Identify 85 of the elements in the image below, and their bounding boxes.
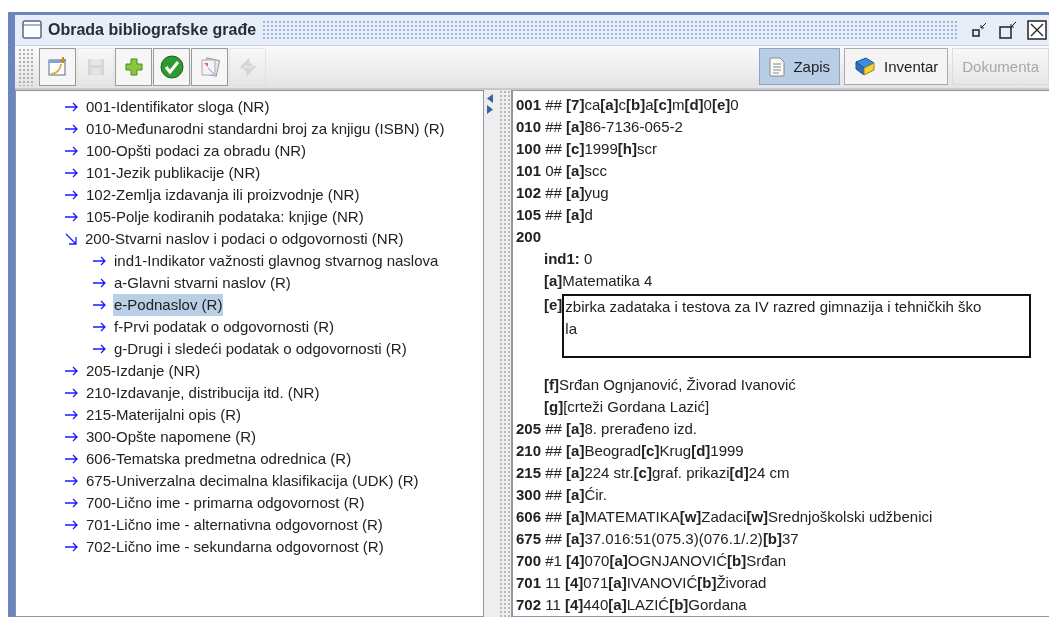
arrow-right-icon [64, 498, 79, 508]
arrow-right-icon [64, 124, 79, 134]
record-line: 200 [516, 227, 543, 247]
tree-item[interactable]: 102-Zemlja izdavanja ili proizvodnje (NR) [85, 183, 361, 207]
tree-item[interactable]: 215-Materijalni opis (R) [85, 403, 243, 427]
view-tab[interactable]: Zapis [759, 48, 841, 86]
tree-item[interactable]: 702-Lično ime - sekundarna odgovornost (R) [85, 535, 385, 559]
arrow-right-icon [64, 410, 79, 420]
tree-item[interactable]: a-Glavni stvarni naslov (R) [113, 271, 292, 295]
tree-item[interactable]: 105-Polje kodiranih podataka: knjige (NR) [85, 205, 365, 229]
arrow-right-icon [92, 344, 107, 354]
tree-item[interactable]: 100-Opšti podaci za obradu (NR) [85, 139, 308, 163]
window-icon [22, 20, 42, 40]
tree-item[interactable]: f-Prvi podatak o odgovornosti (R) [113, 315, 336, 339]
cards-icon [198, 55, 221, 78]
tree-item[interactable]: g-Drugi i sledeći podatak o odgovornosti (R) [113, 337, 408, 361]
subfield-code: [e] [544, 295, 563, 314]
arrow-right-icon [92, 300, 107, 310]
tree-item[interactable]: e-Podnaslov (R) [113, 293, 224, 317]
minimize-icon[interactable] [971, 20, 989, 39]
tree-item[interactable]: 205-Izdanje (NR) [85, 359, 202, 383]
arrow-right-icon [92, 278, 107, 288]
subfield-line: [a]Matematika 4 [544, 271, 654, 291]
arrow-right-icon [64, 366, 79, 376]
tree-item[interactable]: 210-Izdavanje, distribucija itd. (NR) [85, 381, 321, 405]
tree-item[interactable]: 606-Tematska predmetna odrednica (R) [85, 447, 353, 471]
arrow-right-icon [92, 322, 107, 332]
record-line: 102 ## [a]yug [516, 183, 610, 203]
tree-item[interactable]: 700-Lično ime - primarna odgovornost (R) [85, 491, 366, 515]
record-line: 701 11 [4]071[a]IVANOVIĆ[b]Živorad [516, 573, 768, 593]
subfield-editor[interactable]: zbirka zadataka i testova za IV razred gimnazija i tehničkih ško la [562, 294, 1032, 358]
arrow-right-icon [64, 388, 79, 398]
arrow-down-right-icon [64, 232, 78, 246]
arrow-right-icon [64, 102, 79, 112]
window-title: Obrada bibliografske građe [48, 19, 257, 40]
tree-item[interactable]: 200-Stvarni naslov i podaci o odgovornosti (NR) [84, 227, 405, 251]
toolbar-button[interactable] [39, 47, 76, 86]
record-line: 210 ## [a]Beograd[c]Krug[d]1999 [516, 441, 745, 461]
arrow-right-icon [64, 476, 79, 486]
tree-item[interactable]: 101-Jezik publikacije (NR) [85, 161, 262, 185]
arrow-right-icon [64, 542, 79, 552]
tree-item[interactable]: 675-Univerzalna decimalna klasifikacija (UDK) (R) [85, 469, 420, 493]
arrow-right-icon [64, 454, 79, 464]
arrow-right-icon [64, 190, 79, 200]
plus-icon [122, 55, 145, 78]
tree-item[interactable]: ind1-Indikator važnosti glavnog stvarnog naslova [113, 249, 440, 273]
arrow-right-icon [64, 212, 79, 222]
arrow-right-icon [64, 432, 79, 442]
checkmark-icon [159, 54, 184, 79]
record-line: 300 ## [a]Ćir. [516, 485, 608, 505]
close-icon[interactable] [1027, 19, 1047, 40]
subfield-line: [g][crteži Gordana Lazić] [544, 397, 711, 417]
record-line: 215 ## [a]224 str.[c]graf. prikazi[d]24 cm [516, 463, 791, 483]
view-tab[interactable]: Inventar [844, 48, 949, 86]
tree-item[interactable]: 010-Međunarodni standardni broj za knjigu (ISBN) (R) [85, 117, 446, 141]
subfield-line: [f]Srđan Ognjanović, Živorad Ivanović [544, 375, 797, 395]
record-line: 606 ## [a]MATEMATIKA[w]Zadaci[w]Srednjoškolski udžbenici [516, 507, 934, 527]
record-line: 100 ## [c]1999[h]scr [516, 139, 658, 159]
record-line: 105 ## [a]d [516, 205, 594, 225]
book-icon [854, 56, 877, 77]
record-line: 010 ## [a]86-7136-065-2 [516, 117, 684, 137]
maximize-icon[interactable] [999, 20, 1017, 39]
tree-item[interactable]: 300-Opšte napomene (R) [85, 425, 258, 449]
document-icon [769, 56, 786, 77]
subfield-line: ind1: 0 [544, 249, 594, 269]
collapse-left-icon[interactable] [487, 94, 493, 103]
collapse-right-icon[interactable] [487, 105, 493, 114]
toolbar-grip[interactable] [18, 47, 34, 86]
toolbar-button[interactable] [115, 47, 152, 86]
record-line: 700 #1 [4]070[a]OGNJANOVIĆ[b]Srđan [516, 551, 788, 571]
new-window-icon [46, 55, 69, 78]
arrow-right-icon [64, 146, 79, 156]
toolbar-button[interactable] [191, 47, 228, 86]
arrow-right-icon [64, 168, 79, 178]
arrow-right-icon [64, 520, 79, 530]
record-line: 675 ## [a]37.016:51(075.3)(076.1/.2)[b]37 [516, 529, 800, 549]
arrow-right-icon [92, 256, 107, 266]
record-line: 205 ## [a]8. prerađeno izd. [516, 419, 698, 439]
toolbar-button[interactable] [153, 47, 190, 86]
tree-item[interactable]: 001-Identifikator sloga (NR) [85, 95, 271, 119]
record-line: 001 ## [7]ca[a]c[b]a[c]m[d]0[e]0 [516, 95, 740, 115]
record-line: 702 11 [4]440[a]LAZIĆ[b]Gordana [516, 595, 748, 615]
record-line: 101 0# [a]scc [516, 161, 608, 181]
splitter-handle[interactable] [499, 90, 511, 617]
tree-item[interactable]: 701-Lično ime - alternativna odgovornost (R) [85, 513, 384, 537]
